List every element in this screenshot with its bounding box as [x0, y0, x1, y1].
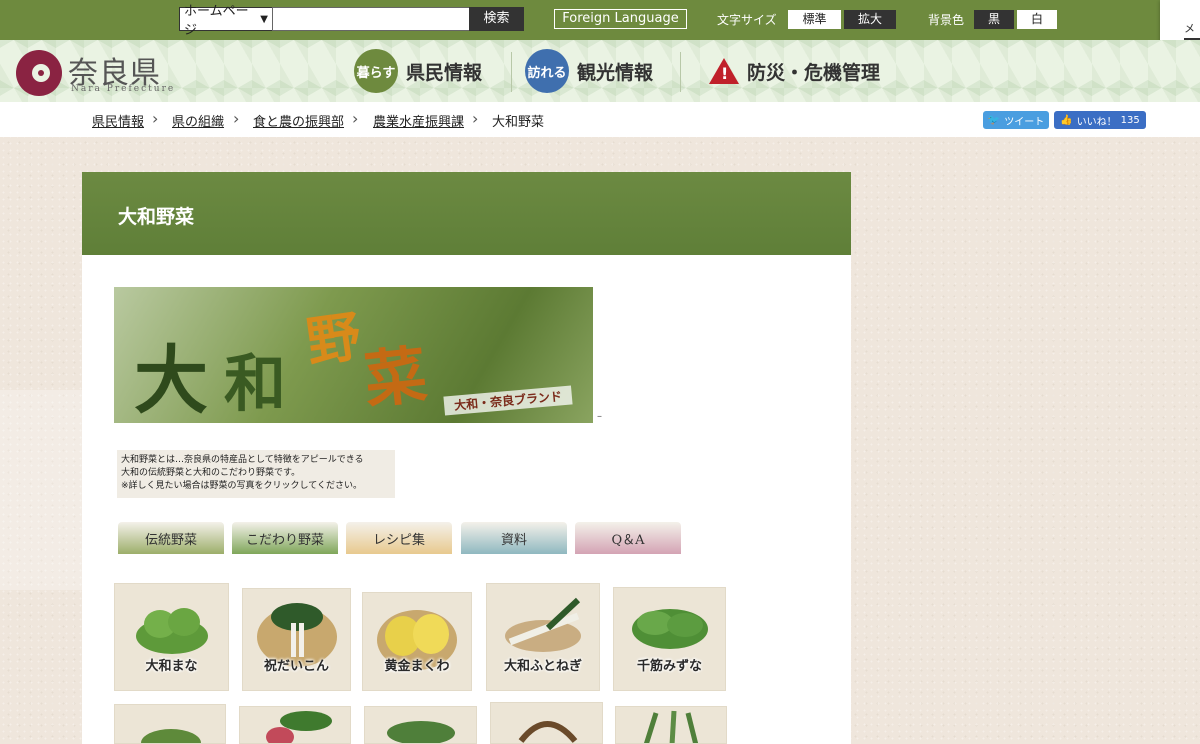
green-onion-icon [505, 598, 581, 653]
logo-subtitle: Nara Prefecture [71, 84, 176, 94]
vegetable-image-icon [387, 721, 455, 743]
nav-divider [680, 52, 681, 92]
facebook-like-button[interactable]: 👍 いいね！ 135 [1054, 111, 1146, 129]
page-title-bar [82, 172, 851, 255]
background-decoration [0, 390, 82, 590]
chevron-right-icon: › [352, 109, 359, 128]
banner-char: 和 [224, 347, 287, 420]
site-select-value: ホームページ [184, 4, 249, 38]
font-size-large-button[interactable]: 拡大 [844, 10, 896, 29]
vegetable-tile[interactable] [490, 702, 603, 744]
breadcrumb-link[interactable]: 食と農の振興部 [253, 111, 344, 130]
vegetable-tile-ogon-makuwa[interactable]: 黄金まくわ [362, 592, 472, 691]
vegetable-label: 黄金まくわ [384, 659, 450, 674]
intro-text: 大和野菜とは…奈良県の特産品として特徴をアピールできる 大和の伝統野菜と大和のこ… [117, 450, 395, 498]
like-count: 135 [1120, 114, 1140, 126]
vegetable-tile-iwai-daikon[interactable]: 祝だいこん [242, 588, 351, 691]
yamato-yasai-banner-image: 大 和 野 菜 大和・奈良ブランド [114, 287, 593, 423]
banner-link[interactable]: – [597, 411, 602, 422]
banner-char: 菜 [360, 337, 431, 418]
bg-black-button[interactable]: 黒 [974, 10, 1014, 29]
font-size-label: 文字サイズ [717, 13, 777, 27]
vegetable-tile[interactable] [364, 706, 477, 744]
vegetable-tile-sensuji-mizuna[interactable]: 千筋みずな [613, 587, 726, 691]
breadcrumb-link[interactable]: 農業水産振興課 [373, 111, 464, 130]
intro-line: 大和野菜とは…奈良県の特産品として特徴をアピールできる [121, 455, 364, 465]
site-select[interactable]: ホームページ ▼ [179, 4, 273, 38]
warning-icon: ! [709, 58, 739, 84]
breadcrumb-link[interactable]: 県民情報 [92, 111, 144, 130]
vegetable-label: 大和ふとねぎ [503, 659, 582, 674]
like-label: いいね！ [1076, 116, 1117, 128]
tweet-label: ツイート [1004, 116, 1045, 128]
otozureru-icon: 訪れる [525, 49, 569, 93]
bg-color-label: 背景色 [928, 13, 965, 27]
vegetable-tile-yamato-mana[interactable]: 大和まな [114, 583, 229, 691]
chevron-right-icon: › [152, 109, 159, 128]
mizuna-icon [631, 608, 708, 649]
page-title: 大和野菜 [118, 206, 195, 228]
nav-disaster-management[interactable]: ! 防災・危機管理 [709, 48, 880, 94]
tab-traditional-vegetables[interactable]: 伝統野菜 [118, 522, 224, 554]
vegetable-label: 祝だいこん [263, 659, 329, 674]
banner-char: 大 [134, 338, 208, 423]
vegetable-tile[interactable] [615, 706, 727, 744]
breadcrumb-current: 大和野菜 [492, 115, 545, 130]
breadcrumb-link[interactable]: 県の組織 [172, 111, 224, 130]
tab-qa[interactable]: Q＆A [575, 522, 681, 554]
nav-divider [511, 52, 512, 92]
tab-kodawari-vegetables[interactable]: こだわり野菜 [232, 522, 338, 554]
vegetable-label: 千筋みずな [636, 659, 702, 674]
tweet-button[interactable]: 🐦 ツイート [983, 111, 1049, 129]
vegetable-label: 大和まな [145, 659, 198, 674]
chevron-down-icon: ▼ [260, 13, 268, 25]
melon-icon [385, 613, 449, 656]
vegetable-image-icon [141, 729, 201, 743]
vegetable-tile-yamato-futonegi[interactable]: 大和ふとねぎ [486, 583, 600, 691]
chevron-right-icon: › [472, 109, 479, 128]
banner-char: 野 [302, 303, 365, 375]
leafy-greens-icon [135, 608, 208, 655]
daikon-icon [270, 603, 323, 658]
twitter-bird-icon: 🐦 [987, 114, 1001, 126]
vegetable-image-icon [518, 721, 578, 743]
nav-tourism-info[interactable]: 訪れる 観光情報 [525, 48, 653, 94]
nara-logo-icon[interactable] [16, 50, 62, 96]
chevron-right-icon: › [233, 109, 240, 128]
vegetable-image-icon [644, 710, 699, 743]
foreign-language-button[interactable]: Foreign Language [554, 9, 687, 29]
tab-recipes[interactable]: レシピ集 [346, 522, 452, 554]
bg-white-button[interactable]: 白 [1017, 10, 1057, 29]
intro-line: 大和の伝統野菜と大和のこだわり野菜です。 [121, 468, 301, 478]
nav-label: 防災・危機管理 [747, 61, 881, 84]
nav-resident-info[interactable]: 暮らす 県民情報 [354, 48, 482, 94]
tab-materials[interactable]: 資料 [461, 522, 567, 554]
thumbs-up-icon: 👍 [1060, 114, 1073, 126]
search-input[interactable] [272, 7, 470, 31]
font-size-standard-button[interactable]: 標準 [788, 10, 841, 29]
kurasu-icon: 暮らす [354, 49, 398, 93]
nav-label: 県民情報 [406, 61, 483, 84]
search-button[interactable]: 検索 [469, 7, 524, 31]
vegetable-tile[interactable] [114, 704, 226, 744]
vegetable-image-icon [266, 711, 332, 743]
vegetable-tile[interactable] [239, 706, 351, 744]
intro-line: ※詳しく見たい場合は野菜の写真をクリックしてください。 [121, 481, 363, 491]
banner-subtitle: 大和・奈良ブランド [443, 385, 573, 416]
nav-label: 観光情報 [577, 61, 654, 84]
